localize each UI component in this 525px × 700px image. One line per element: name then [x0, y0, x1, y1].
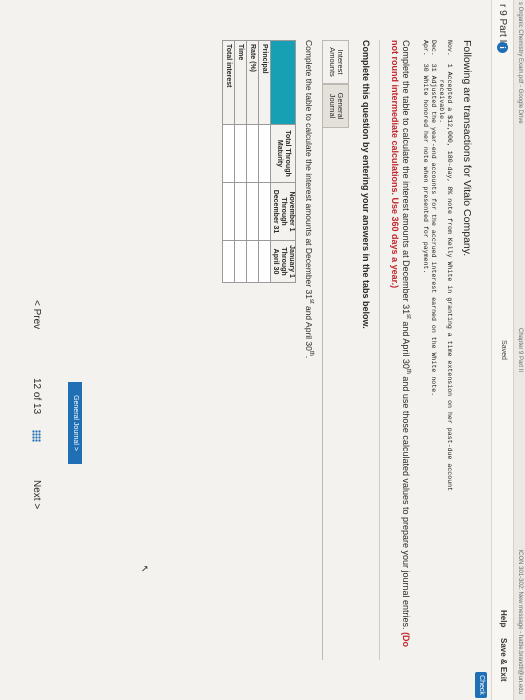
table-instruction-text: . [304, 355, 314, 359]
row-label: Time [234, 40, 247, 125]
saved-status: Saved [500, 340, 507, 360]
mouse-cursor-icon: ↖ [140, 565, 150, 573]
table-row: Rate (%) [246, 40, 259, 283]
column-header-line: Maturity [276, 139, 283, 168]
input-cell[interactable] [234, 182, 247, 241]
tab-panel: Complete the table to calculate the inte… [222, 40, 323, 660]
tab-label: Interest [336, 49, 345, 75]
browser-bar: s Organic Chemistry Exam.pdf - Google Dr… [513, 0, 525, 700]
table-row: Time [234, 40, 247, 283]
grid-icon[interactable] [32, 430, 41, 442]
row-label: Rate (%) [246, 40, 259, 125]
column-header-nov-dec: November 1 Through December 31 [270, 182, 296, 241]
input-cell[interactable] [222, 182, 235, 241]
input-cell[interactable] [246, 240, 259, 283]
browser-notification[interactable]: ICON 301-302: New message - hattie.brand… [517, 549, 523, 694]
pagination: < Prev 12 of 13 Next > [22, 0, 42, 700]
tab-general-journal[interactable]: General Journal [323, 84, 349, 128]
answer-tabs: Interest Amounts General Journal [323, 40, 349, 660]
row-label: Principal [258, 40, 271, 125]
prev-button[interactable]: < Prev [31, 300, 42, 329]
row-label: Total interest [222, 40, 235, 125]
tab-label: Journal [328, 93, 337, 119]
check-button[interactable]: Check [475, 672, 487, 698]
tab-label: General [336, 92, 345, 120]
help-button[interactable]: Help [499, 610, 508, 627]
column-header-line: November 1 [288, 191, 295, 232]
instruction-text: and use those calculated values to prepa… [401, 373, 411, 633]
instruction-text: Complete the table to calculate the inte… [401, 40, 411, 315]
column-header-line: Total Through [284, 130, 291, 177]
tab-label: Amounts [328, 47, 337, 77]
tab-interest-amounts[interactable]: Interest Amounts [323, 40, 349, 84]
table-instruction: Complete the table to calculate the inte… [304, 40, 314, 660]
column-header-total: Total Through Maturity [270, 124, 296, 183]
next-button[interactable]: Next > [31, 480, 42, 509]
column-header-jan-apr: January 1 Through April 30 [270, 240, 296, 283]
question-intro: Following are transactions for Vitalo Co… [461, 40, 473, 257]
table-header-row: Total Through Maturity November 1 Throug… [270, 40, 296, 283]
transaction-line: Apr. 30 White honored her note when pres… [422, 40, 429, 274]
page-indicator: 12 of 13 [31, 378, 42, 415]
general-journal-button[interactable]: General Journal > [68, 382, 82, 464]
input-cell[interactable] [234, 240, 247, 283]
column-header-line: April 30 [272, 248, 279, 275]
transaction-line: Dec. 31 Adjusted the year-end accounts f… [430, 40, 437, 397]
column-header-line: Through [280, 197, 287, 226]
table-row: Principal [258, 40, 271, 283]
input-cell[interactable] [246, 124, 259, 183]
instruction-text: and April 30 [401, 318, 411, 369]
table-instruction-text: and April 30 [304, 303, 314, 351]
column-header-line: Through [280, 247, 287, 276]
input-cell[interactable] [222, 240, 235, 283]
input-cell[interactable] [246, 182, 259, 241]
app-header: r 9 Part II i Saved Help Save & Exit [491, 0, 513, 700]
transaction-line: Nov. 1 Accepted a $12,000, 180-day, 8% n… [446, 40, 453, 492]
table-corner-cell [270, 40, 296, 125]
save-exit-button[interactable]: Save & Exit [499, 638, 508, 682]
question-instruction: Complete the table to calculate the inte… [389, 40, 413, 660]
column-header-line: January 1 [288, 245, 295, 278]
input-cell[interactable] [258, 124, 271, 183]
input-cell[interactable] [258, 240, 271, 283]
interest-table: Total Through Maturity November 1 Throug… [222, 40, 296, 283]
input-cell[interactable] [222, 124, 235, 183]
table-row: Total interest [222, 40, 235, 283]
screen: s Organic Chemistry Exam.pdf - Google Dr… [0, 0, 525, 700]
tabs-instruction: Complete this question by entering your … [361, 40, 371, 329]
input-cell[interactable] [258, 182, 271, 241]
divider [379, 40, 380, 660]
input-cell[interactable] [234, 124, 247, 183]
column-header-line: December 31 [272, 189, 279, 234]
transaction-line: receivable. [438, 40, 445, 124]
question-content: Following are transactions for Vitalo Co… [222, 40, 473, 660]
table-instruction-text: Complete the table to calculate the inte… [304, 40, 314, 299]
